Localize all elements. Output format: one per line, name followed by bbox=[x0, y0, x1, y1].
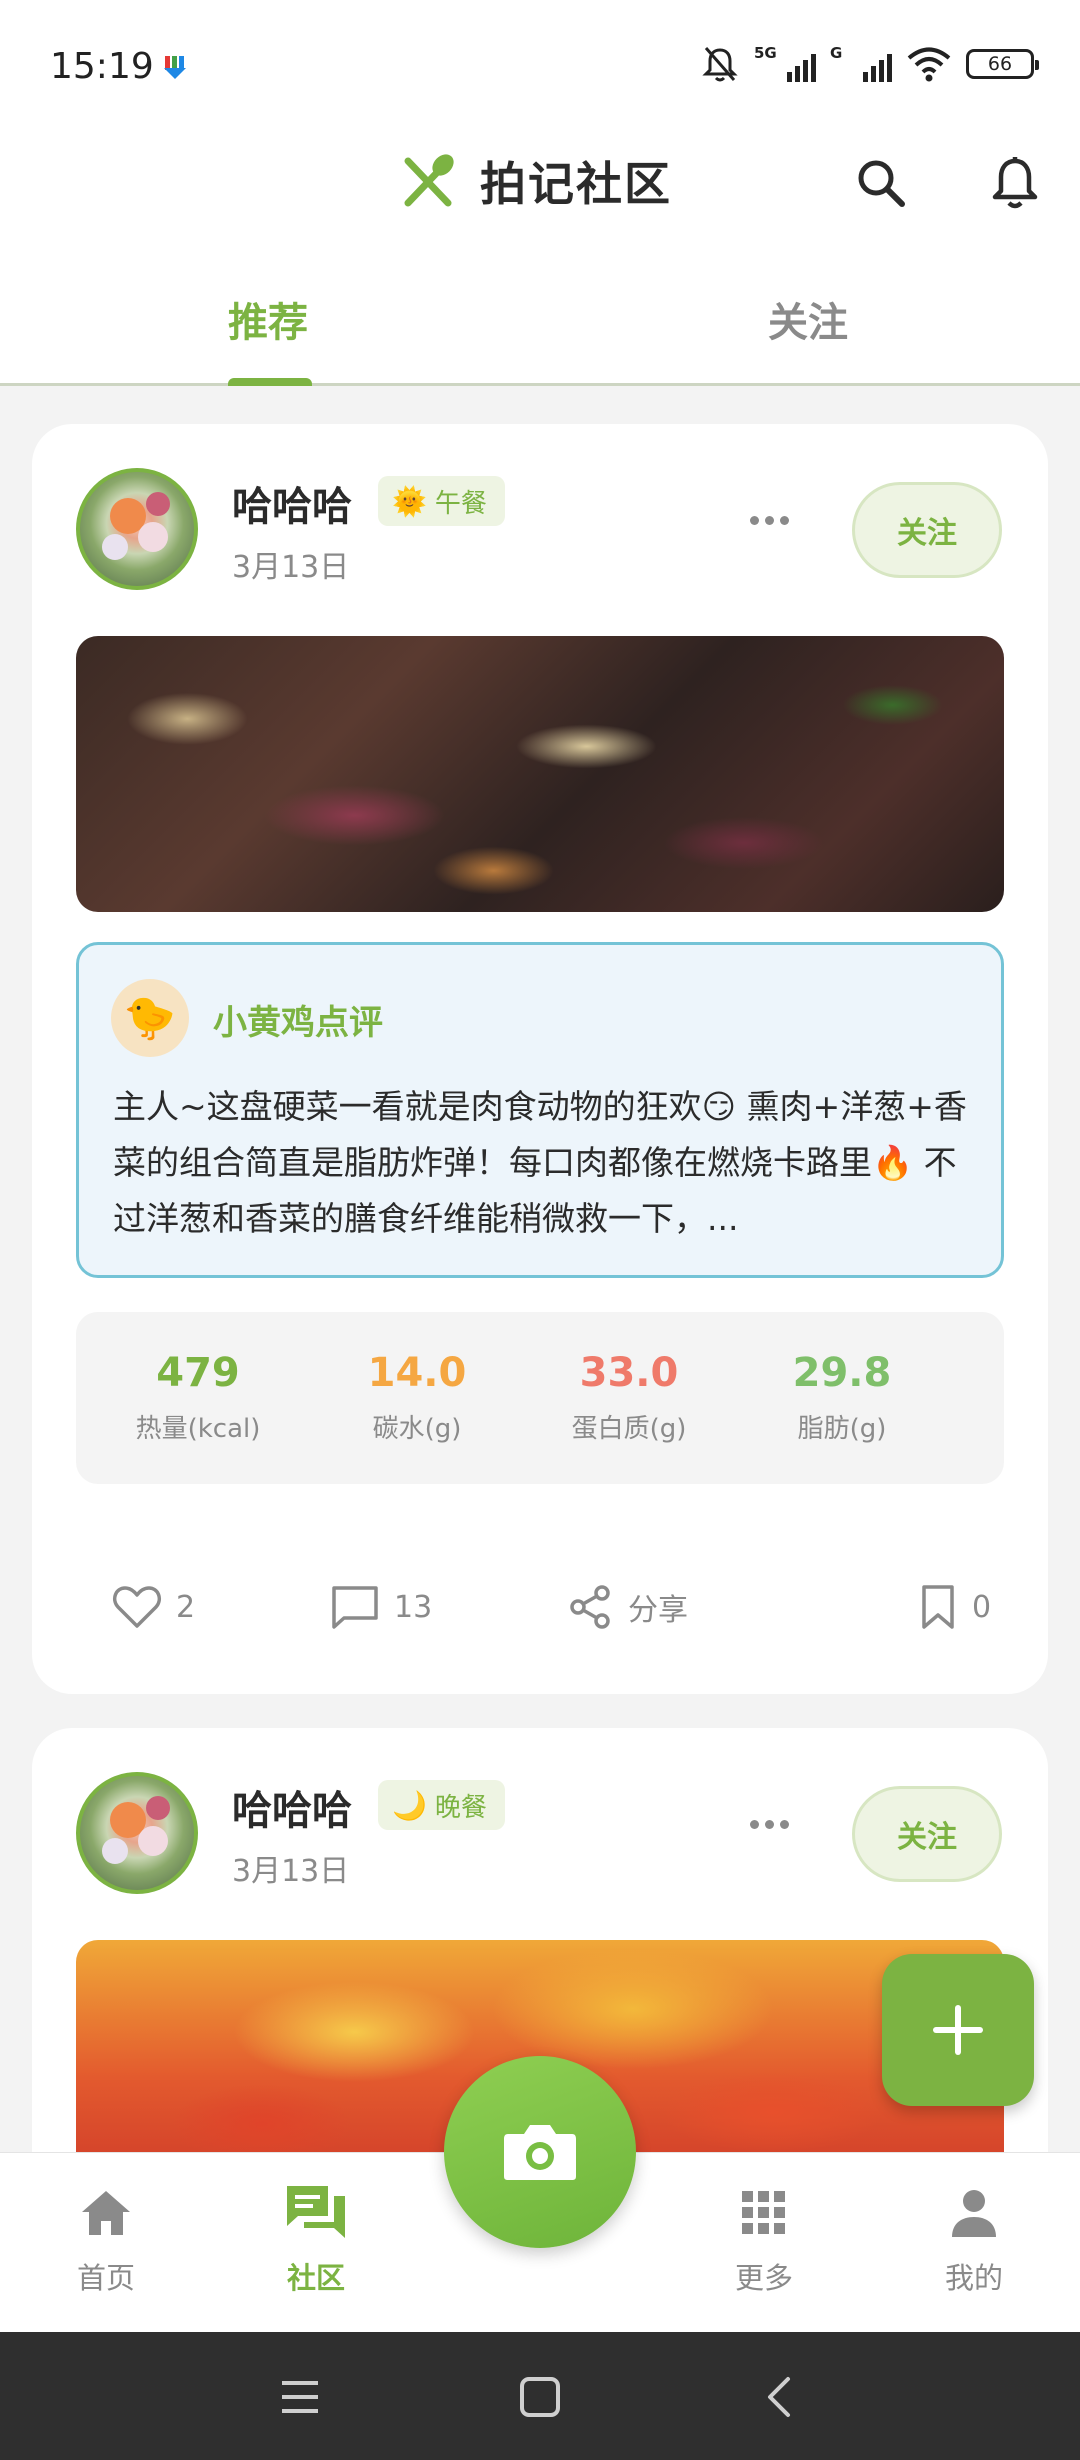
nav-more[interactable]: 更多 bbox=[694, 2183, 834, 2297]
nav-profile[interactable]: 我的 bbox=[904, 2183, 1044, 2297]
follow-button[interactable]: 关注 bbox=[852, 1786, 1002, 1882]
review-text: 主人~这盘硬菜一看就是肉食动物的狂欢😏 熏肉+洋葱+香菜的组合简直是脂肪炸弹！每… bbox=[113, 1087, 967, 1238]
chick-icon: 🐤 bbox=[111, 979, 189, 1057]
utensils-logo-icon bbox=[404, 154, 454, 207]
comment-icon bbox=[332, 1586, 378, 1629]
camera-button[interactable] bbox=[444, 2056, 636, 2248]
app-logo-title: 拍记社区 bbox=[398, 148, 672, 214]
wifi-icon bbox=[907, 47, 951, 82]
comment-button[interactable]: 13 bbox=[330, 1572, 432, 1642]
tab-following[interactable]: 关注 bbox=[768, 290, 848, 348]
square-home-icon bbox=[520, 2377, 560, 2417]
tab-recommend[interactable]: 推荐 bbox=[228, 290, 308, 348]
post-actions: 2 13 分享 0 bbox=[76, 1572, 1004, 1642]
food-photo[interactable] bbox=[76, 636, 1004, 912]
bookmark-count: 0 bbox=[972, 1589, 992, 1625]
app-title: 拍记社区 bbox=[480, 157, 672, 211]
camera-icon bbox=[504, 2125, 576, 2180]
meal-badge: 🌞 午餐 bbox=[378, 476, 505, 526]
mute-icon bbox=[702, 47, 738, 82]
like-button[interactable]: 2 bbox=[112, 1572, 195, 1642]
like-count: 2 bbox=[176, 1589, 196, 1625]
nutrition-protein: 33.0 蛋白质(g) bbox=[571, 1350, 687, 1444]
back-button[interactable] bbox=[745, 2362, 815, 2432]
avatar[interactable] bbox=[76, 1772, 198, 1894]
sun-icon: 🌞 bbox=[392, 484, 427, 518]
meal-badge: 🌙 晚餐 bbox=[378, 1780, 505, 1830]
notification-button[interactable] bbox=[980, 148, 1050, 218]
add-post-button[interactable] bbox=[882, 1954, 1034, 2106]
chat-icon bbox=[287, 2186, 345, 2238]
more-options-icon[interactable] bbox=[750, 1820, 789, 1829]
follow-button[interactable]: 关注 bbox=[852, 482, 1002, 578]
share-icon bbox=[570, 1585, 610, 1629]
heart-icon bbox=[113, 1586, 161, 1628]
meal-label: 午餐 bbox=[434, 488, 487, 519]
post-date: 3月13日 bbox=[232, 1854, 350, 1889]
nav-home[interactable]: 首页 bbox=[36, 2183, 176, 2297]
download-icon bbox=[164, 56, 186, 79]
nutrition-summary: 479 热量(kcal) 14.0 碳水(g) 33.0 蛋白质(g) 29.8… bbox=[76, 1312, 1004, 1484]
battery-indicator: 66 bbox=[966, 49, 1039, 79]
bell-icon bbox=[992, 157, 1038, 209]
meal-label: 晚餐 bbox=[434, 1792, 487, 1823]
status-bar: 15:19 5G G 66 bbox=[0, 0, 1080, 130]
more-options-icon[interactable] bbox=[750, 516, 789, 525]
nutrition-calories: 479 热量(kcal) bbox=[135, 1350, 261, 1444]
bookmark-button[interactable]: 0 bbox=[918, 1572, 991, 1642]
tab-indicator bbox=[228, 378, 312, 386]
plus-icon bbox=[933, 2005, 983, 2055]
signal-g-icon: G bbox=[830, 44, 892, 84]
grid-icon bbox=[742, 2191, 785, 2234]
feed-tabs: 推荐 关注 bbox=[0, 250, 1080, 386]
share-button[interactable]: 分享 bbox=[566, 1572, 688, 1642]
search-icon bbox=[858, 160, 905, 207]
nav-community[interactable]: 社区 bbox=[246, 2183, 386, 2297]
post-date: 3月13日 bbox=[232, 550, 350, 585]
app-header: 拍记社区 bbox=[0, 130, 1080, 250]
moon-icon: 🌙 bbox=[392, 1788, 427, 1822]
post-card[interactable]: 哈哈哈 🌞 午餐 3月13日 关注 🐤 小黄鸡点评 主人~这盘硬菜一看就是肉食动… bbox=[32, 424, 1048, 1694]
person-icon bbox=[952, 2190, 996, 2237]
menu-button[interactable] bbox=[265, 2362, 335, 2432]
status-indicators: 5G G 66 bbox=[700, 44, 1039, 84]
user-name[interactable]: 哈哈哈 bbox=[232, 1778, 352, 1836]
bookmark-icon bbox=[922, 1585, 954, 1629]
user-name[interactable]: 哈哈哈 bbox=[232, 474, 352, 532]
ai-review-box[interactable]: 🐤 小黄鸡点评 主人~这盘硬菜一看就是肉食动物的狂欢😏 熏肉+洋葱+香菜的组合简… bbox=[76, 942, 1004, 1278]
review-title: 小黄鸡点评 bbox=[213, 1003, 383, 1043]
system-nav-bar bbox=[0, 2332, 1080, 2460]
menu-icon bbox=[282, 2381, 318, 2413]
home-icon bbox=[82, 2191, 130, 2235]
status-time: 15:19 bbox=[50, 46, 154, 87]
share-label: 分享 bbox=[628, 1593, 688, 1628]
nutrition-carbs: 14.0 碳水(g) bbox=[367, 1350, 467, 1444]
comment-count: 13 bbox=[394, 1589, 433, 1625]
avatar[interactable] bbox=[76, 468, 198, 590]
nutrition-fat: 29.8 脂肪(g) bbox=[792, 1350, 892, 1444]
home-system-button[interactable] bbox=[505, 2362, 575, 2432]
signal-5g-icon: 5G bbox=[754, 44, 816, 84]
search-button[interactable] bbox=[846, 148, 916, 218]
back-arrow-icon bbox=[768, 2377, 790, 2417]
